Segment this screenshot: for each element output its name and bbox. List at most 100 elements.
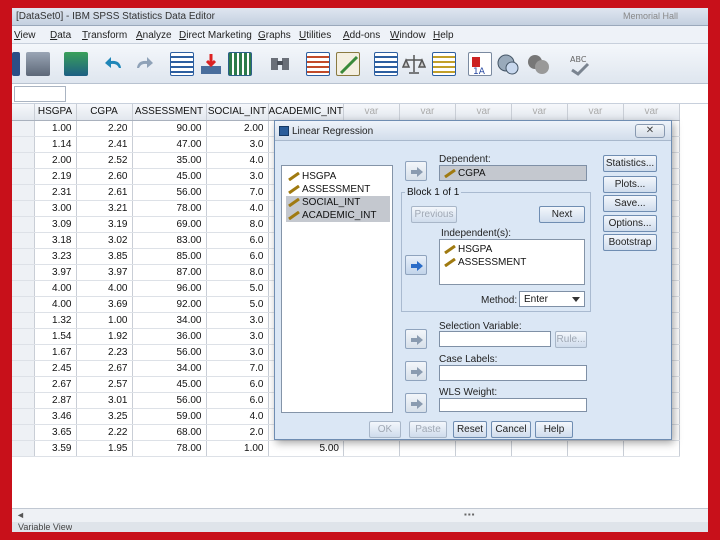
data-cell[interactable]: 8.0 [206,264,269,281]
open-icon[interactable] [12,52,20,76]
data-cell[interactable]: 3.85 [76,248,133,265]
data-cell[interactable]: 2.52 [76,152,133,169]
data-cell[interactable]: 85.00 [132,248,207,265]
row-number-cell[interactable] [12,280,35,297]
use-sets-icon[interactable] [496,52,520,76]
data-cell[interactable]: 2.19 [34,168,77,185]
data-cell[interactable]: 56.00 [132,392,207,409]
menu-window[interactable]: Window [390,30,426,41]
data-cell[interactable]: 1.14 [34,136,77,153]
data-cell[interactable] [567,440,624,457]
row-number-cell[interactable] [12,344,35,361]
data-cell[interactable]: 3.97 [34,264,77,281]
data-cell[interactable]: 2.41 [76,136,133,153]
menu-graphs[interactable]: Graphs [258,30,291,41]
row-number-cell[interactable] [12,296,35,313]
data-cell[interactable]: 90.00 [132,120,207,137]
method-select[interactable]: Enter [519,291,585,307]
row-number-cell[interactable] [12,392,35,409]
options-button[interactable]: Options... [603,215,657,232]
data-cell[interactable]: 3.00 [34,200,77,217]
data-cell[interactable]: 1.32 [34,312,77,329]
data-cell[interactable]: 2.60 [76,168,133,185]
data-cell[interactable]: 1.67 [34,344,77,361]
independent-item[interactable]: ASSESSMENT [442,256,546,269]
data-cell[interactable]: 2.87 [34,392,77,409]
print-icon[interactable] [26,52,50,76]
empty-column-header[interactable]: var [343,104,400,121]
data-cell[interactable]: 4.00 [34,280,77,297]
data-cell[interactable]: 2.31 [34,184,77,201]
row-number-cell[interactable] [12,184,35,201]
data-cell[interactable]: 3.0 [206,136,269,153]
rule-button[interactable]: Rule... [555,331,587,348]
data-cell[interactable]: 3.09 [34,216,77,233]
independent-list[interactable]: HSGPA ASSESSMENT [439,239,585,285]
variable-item-selected[interactable]: ACADEMIC_INT [286,209,390,222]
data-cell[interactable]: 7.0 [206,184,269,201]
data-cell[interactable]: 1.00 [206,440,269,457]
data-cell[interactable]: 83.00 [132,232,207,249]
row-number-cell[interactable] [12,168,35,185]
data-cell[interactable]: 3.25 [76,408,133,425]
menu-addons[interactable]: Add-ons [343,30,380,41]
variable-list[interactable]: HSGPA ASSESSMENT SOCIAL_INT ACADEMIC_INT [281,165,393,413]
data-cell[interactable]: 2.57 [76,376,133,393]
help-button[interactable]: Help [535,421,573,438]
statistics-button[interactable]: Statistics... [603,155,657,172]
goto-variable-icon[interactable] [199,52,223,76]
variable-item-selected[interactable]: SOCIAL_INT [286,196,390,209]
move-to-wls-weight-button[interactable] [405,393,427,413]
empty-column-header[interactable]: var [511,104,568,121]
data-cell[interactable]: 2.0 [206,424,269,441]
data-cell[interactable] [623,440,680,457]
row-number-cell[interactable] [12,328,35,345]
row-number-cell[interactable] [12,152,35,169]
plots-button[interactable]: Plots... [603,176,657,193]
menu-data[interactable]: Data [50,30,71,41]
row-number-cell[interactable] [12,120,35,137]
data-cell[interactable]: 3.59 [34,440,77,457]
next-button[interactable]: Next [539,206,585,223]
empty-column-header[interactable]: var [623,104,680,121]
empty-column-header[interactable]: var [399,104,456,121]
bootstrap-button[interactable]: Bootstrap [603,234,657,251]
data-cell[interactable]: 4.0 [206,200,269,217]
data-cell[interactable]: 45.00 [132,376,207,393]
data-cell[interactable]: 35.00 [132,152,207,169]
insert-cases-icon[interactable] [306,52,330,76]
row-number-cell[interactable] [12,376,35,393]
split-file-icon[interactable] [374,52,398,76]
row-number-cell[interactable] [12,232,35,249]
data-cell[interactable]: 5.0 [206,280,269,297]
weight-cases-icon[interactable] [401,52,427,76]
data-cell[interactable]: 96.00 [132,280,207,297]
data-cell[interactable]: 2.67 [34,376,77,393]
data-cell[interactable]: 3.23 [34,248,77,265]
goto-case-icon[interactable] [170,52,194,76]
data-cell[interactable]: 3.0 [206,328,269,345]
redo-icon[interactable] [132,52,156,76]
data-cell[interactable]: 69.00 [132,216,207,233]
dependent-field[interactable]: CGPA [439,165,587,181]
data-cell[interactable]: 4.0 [206,152,269,169]
data-cell[interactable]: 3.0 [206,312,269,329]
data-cell[interactable] [511,440,568,457]
data-cell[interactable]: 1.92 [76,328,133,345]
row-number-cell[interactable] [12,424,35,441]
horizontal-scrollbar[interactable]: ◄ ▪▪▪ [12,508,708,522]
data-cell[interactable]: 3.0 [206,168,269,185]
row-number-cell[interactable] [12,248,35,265]
data-cell[interactable]: 4.0 [206,408,269,425]
find-icon[interactable] [268,52,292,76]
row-number-cell[interactable] [12,216,35,233]
data-cell[interactable]: 1.54 [34,328,77,345]
data-cell[interactable]: 3.18 [34,232,77,249]
data-cell[interactable]: 5.00 [268,440,344,457]
data-cell[interactable]: 3.46 [34,408,77,425]
data-cell[interactable]: 6.0 [206,392,269,409]
cell-reference-field[interactable] [14,86,66,102]
row-number-cell[interactable] [12,136,35,153]
data-cell[interactable]: 2.00 [206,120,269,137]
scroll-grip-icon[interactable]: ▪▪▪ [464,510,476,519]
